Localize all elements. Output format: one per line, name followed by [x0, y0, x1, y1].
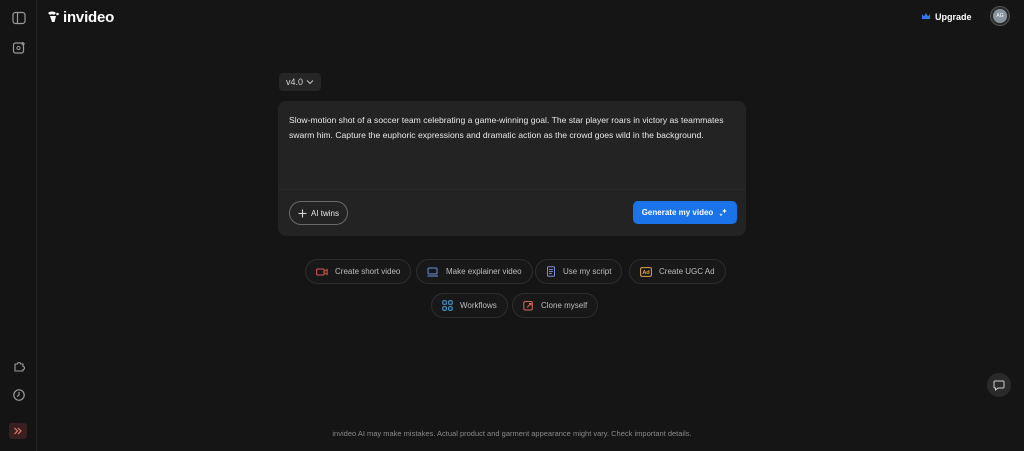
plus-icon [298, 209, 307, 217]
sidebar-toggle-button[interactable] [9, 8, 28, 27]
chip-make-explainer-video[interactable]: Make explainer video [416, 259, 533, 284]
brand-name: invideo [63, 8, 115, 26]
puzzle-icon [13, 361, 25, 372]
workflow-icon [442, 300, 453, 311]
version-label: v4.0 [285, 77, 303, 87]
chip-clone-myself[interactable]: Clone myself [512, 293, 599, 318]
prompt-input[interactable]: Slow-motion shot of a soccer team celebr… [289, 113, 739, 188]
chip-label: Create short video [335, 267, 401, 276]
chip-label: Make explainer video [446, 267, 522, 276]
chip-label: Create UGC Ad [659, 267, 715, 276]
plugins-button[interactable] [9, 356, 28, 375]
document-icon [547, 266, 555, 277]
disclaimer-text: invideo AI may make mistakes. Actual pro… [332, 429, 692, 438]
sparkle-icon [719, 208, 728, 217]
app-root: invideo Upgrade AG v4.0 Slow-motion shot… [0, 0, 1024, 451]
ai-twins-label: AI twins [310, 208, 339, 218]
prompt-card: Slow-motion shot of a soccer team celebr… [278, 101, 746, 236]
chip-create-short-video[interactable]: Create short video [305, 259, 412, 284]
svg-text:Ad: Ad [642, 270, 649, 276]
upgrade-label: Upgrade [935, 11, 972, 22]
chevron-down-icon [306, 80, 314, 85]
chip-label: Workflows [460, 301, 497, 310]
invideo-logo-icon [48, 11, 59, 22]
new-project-button[interactable] [9, 38, 28, 57]
brand-logo[interactable]: invideo [46, 7, 114, 27]
version-selector[interactable]: v4.0 [279, 73, 321, 91]
chip-use-my-script[interactable]: Use my script [535, 259, 623, 284]
upgrade-button[interactable]: Upgrade [921, 8, 972, 25]
chat-support-button[interactable] [987, 373, 1011, 397]
history-button[interactable] [9, 385, 28, 404]
chip-workflows[interactable]: Workflows [431, 293, 508, 318]
generate-label: Generate my video [641, 208, 714, 217]
chip-create-ugc-ad[interactable]: Ad Create UGC Ad [629, 259, 726, 284]
crown-icon [922, 13, 930, 19]
left-sidebar [0, 0, 37, 451]
ad-icon: Ad [640, 266, 652, 277]
monitor-icon [427, 267, 438, 276]
generate-video-button[interactable]: Generate my video [633, 201, 737, 224]
new-note-icon [12, 41, 25, 54]
ai-twins-button[interactable]: AI twins [289, 201, 348, 225]
sidebar-panel-icon [11, 11, 26, 24]
chat-bubble-icon [993, 380, 1005, 391]
user-avatar[interactable]: AG [991, 7, 1009, 25]
clock-icon [12, 388, 25, 401]
chip-label: Use my script [563, 267, 612, 276]
clone-icon [523, 301, 533, 311]
card-divider [278, 189, 746, 190]
avatar-initials: AG [996, 13, 1004, 19]
video-camera-icon [316, 268, 328, 275]
chip-label: Clone myself [541, 301, 588, 310]
